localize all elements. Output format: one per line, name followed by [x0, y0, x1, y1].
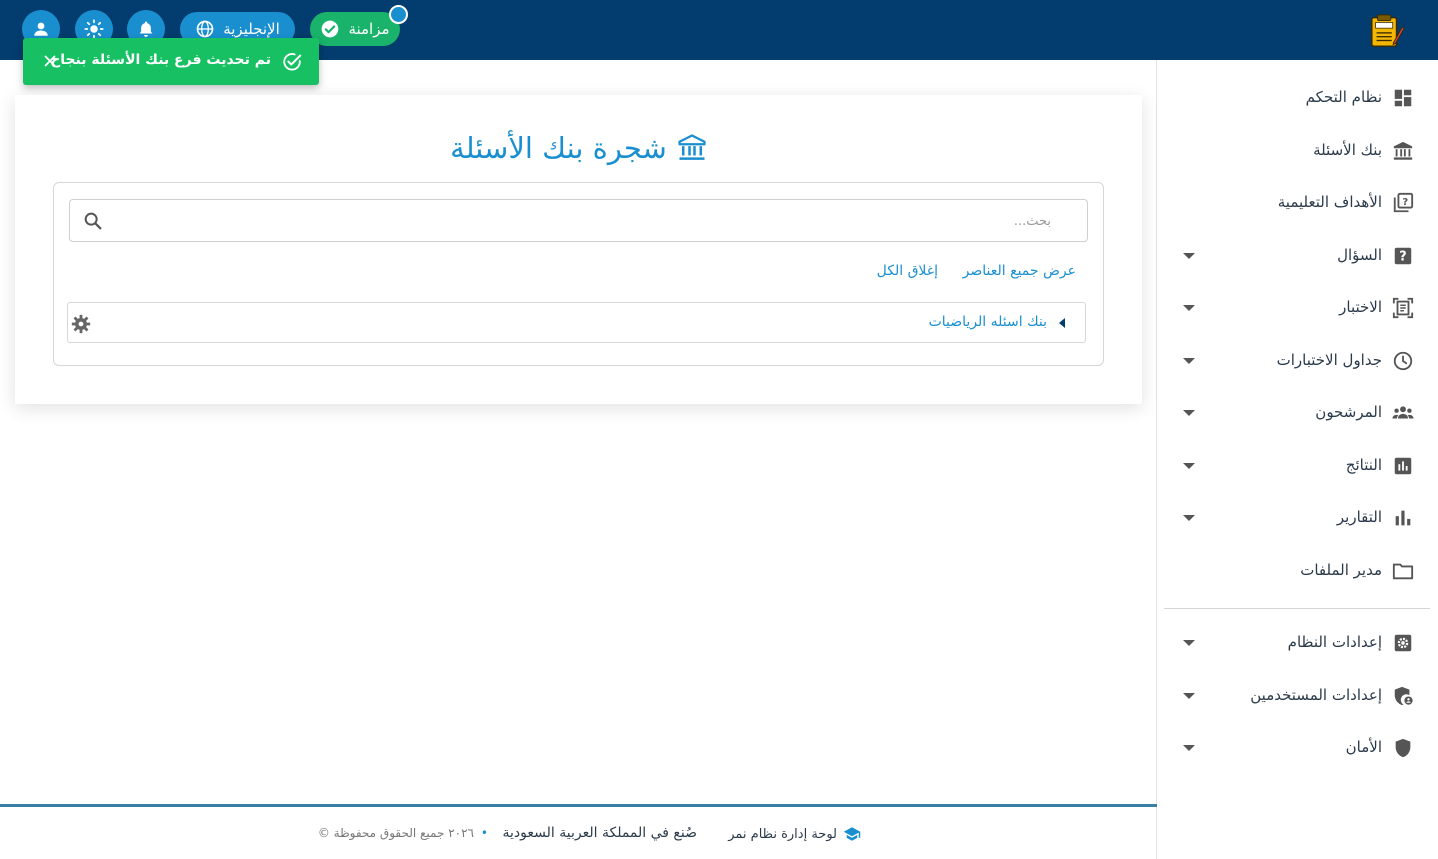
- tree-panel: عرض جميع العناصر إغلاق الكل بنك اسئله ال…: [53, 182, 1104, 366]
- sidebar-item-label: الاختبار: [1339, 298, 1382, 316]
- search-input[interactable]: [116, 208, 1051, 234]
- footer-brand-text: لوحة إدارة نظام نمر: [728, 826, 837, 842]
- graduation-cap-icon: [843, 827, 861, 841]
- sync-status-dot: [389, 5, 408, 24]
- bank-icon: [678, 134, 706, 160]
- exam-logo-icon: [1371, 14, 1405, 47]
- sidebar: نظام التحكم بنك الأسئلة ? الأهداف التعلي…: [1156, 60, 1438, 859]
- sidebar-item-system-settings[interactable]: إعدادات النظام: [1156, 623, 1438, 663]
- chevron-down-icon[interactable]: [1183, 253, 1195, 259]
- help-box-icon: ?: [1394, 247, 1412, 265]
- sidebar-item-file-manager[interactable]: مدير الملفات: [1156, 551, 1438, 591]
- check-circle-outline-icon: [283, 53, 302, 71]
- sidebar-item-label: الأهداف التعليمية: [1277, 193, 1382, 211]
- svg-text:?: ?: [1399, 250, 1406, 265]
- sidebar-item-label: نظام التحكم: [1305, 88, 1382, 106]
- sidebar-item-label: إعدادات النظام: [1287, 633, 1382, 651]
- chevron-down-icon[interactable]: [1183, 745, 1195, 751]
- toast-message: تم تحديث فرع بنك الأسئلة بنجاح: [50, 52, 271, 68]
- sync-label: مزامنة: [348, 20, 390, 38]
- clock-icon: [1393, 351, 1413, 371]
- footer: لوحة إدارة نظام نمر صُنع في المملكة العر…: [0, 807, 1157, 859]
- bell-icon: [139, 21, 153, 37]
- chevron-down-icon[interactable]: [1183, 410, 1195, 416]
- globe-icon: [196, 20, 214, 38]
- sidebar-item-question-bank[interactable]: بنك الأسئلة: [1156, 131, 1438, 171]
- quiz-icon: ?: [1393, 192, 1414, 213]
- chevron-down-icon[interactable]: [1183, 463, 1195, 469]
- folder-icon: [1392, 563, 1414, 580]
- chevron-down-icon[interactable]: [1183, 640, 1195, 646]
- language-label: الإنجليزية: [223, 20, 280, 38]
- sidebar-item-exam-schedules[interactable]: جداول الاختبارات: [1156, 341, 1438, 381]
- expand-all-link[interactable]: عرض جميع العناصر: [963, 263, 1076, 279]
- sidebar-item-label: السؤال: [1337, 246, 1382, 264]
- document-scanner-icon: [1392, 297, 1414, 319]
- chevron-down-icon[interactable]: [1183, 305, 1195, 311]
- admin-shield-icon: [1394, 686, 1413, 706]
- shield-icon: [1395, 738, 1411, 758]
- sidebar-item-question[interactable]: ? السؤال: [1156, 236, 1438, 276]
- sidebar-item-label: الأمان: [1345, 738, 1382, 756]
- svg-text:?: ?: [1402, 197, 1408, 208]
- page-title: شجرة بنك الأسئلة: [15, 131, 1142, 165]
- footer-separator: •: [480, 826, 488, 840]
- collapse-all-link[interactable]: إغلاق الكل: [877, 263, 938, 279]
- page-title-text: شجرة بنك الأسئلة: [450, 131, 667, 165]
- question-bank-tree-card: شجرة بنك الأسئلة عرض جميع العناصر إغلاق …: [15, 95, 1142, 404]
- sidebar-item-dashboard[interactable]: نظام التحكم: [1156, 78, 1438, 118]
- footer-copyright: © ٢٠٢٦ جميع الحقوق محفوظة: [317, 826, 474, 840]
- sidebar-item-label: بنك الأسئلة: [1313, 141, 1382, 159]
- sidebar-item-label: إعدادات المستخدمين: [1250, 686, 1382, 704]
- sync-button[interactable]: مزامنة: [310, 12, 400, 46]
- sidebar-item-label: النتائج: [1345, 456, 1382, 474]
- sidebar-item-user-settings[interactable]: إعدادات المستخدمين: [1156, 676, 1438, 716]
- dashboard-icon: [1394, 89, 1412, 107]
- user-icon: [34, 22, 48, 36]
- search-box: [69, 199, 1088, 242]
- poll-icon: [1394, 457, 1412, 475]
- caret-left-icon[interactable]: [1059, 318, 1065, 328]
- sidebar-item-exam[interactable]: الاختبار: [1156, 288, 1438, 328]
- footer-made-in: صُنع في المملكة العربية السعودية: [502, 825, 697, 841]
- sidebar-item-label: جداول الاختبارات: [1276, 351, 1382, 369]
- chevron-down-icon[interactable]: [1183, 515, 1195, 521]
- bank-icon: [1393, 141, 1413, 160]
- tree-node[interactable]: بنك اسئله الرياضيات: [67, 302, 1086, 343]
- sidebar-item-label: مدير الملفات: [1300, 561, 1382, 579]
- chevron-down-icon[interactable]: [1183, 358, 1195, 364]
- chevron-down-icon[interactable]: [1183, 693, 1195, 699]
- footer-brand: لوحة إدارة نظام نمر: [728, 825, 861, 843]
- sidebar-item-candidates[interactable]: المرشحون: [1156, 393, 1438, 433]
- gear-icon[interactable]: [70, 313, 92, 335]
- sidebar-item-learning-objectives[interactable]: ? الأهداف التعليمية: [1156, 183, 1438, 223]
- settings-icon: [1394, 634, 1412, 652]
- sun-icon: [84, 19, 104, 39]
- tree-node-label[interactable]: بنك اسئله الرياضيات: [929, 314, 1047, 330]
- sidebar-item-reports[interactable]: التقارير: [1156, 498, 1438, 538]
- sidebar-divider: [1164, 608, 1430, 609]
- bar-chart-icon: [1395, 510, 1411, 526]
- sidebar-item-label: المرشحون: [1315, 403, 1382, 421]
- check-circle-icon: [322, 20, 339, 38]
- search-icon[interactable]: [82, 210, 104, 232]
- sidebar-item-results[interactable]: النتائج: [1156, 446, 1438, 486]
- group-icon: [1392, 406, 1414, 419]
- sidebar-item-label: التقارير: [1336, 508, 1382, 526]
- success-toast: تم تحديث فرع بنك الأسئلة بنجاح: [23, 38, 319, 85]
- sidebar-item-security[interactable]: الأمان: [1156, 728, 1438, 768]
